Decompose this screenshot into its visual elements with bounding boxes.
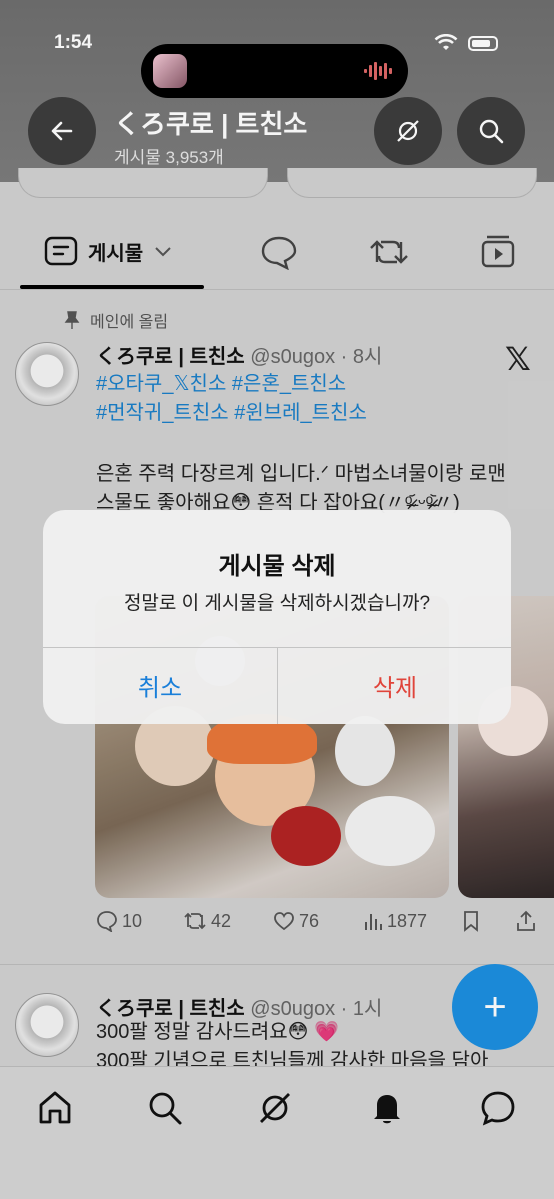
cancel-button[interactable]: 취소 xyxy=(43,647,277,724)
dialog-message: 정말로 이 게시물을 삭제하시겠습니까? xyxy=(123,593,431,614)
delete-post-dialog: 게시물 삭제 정말로 이 게시물을 삭제하시겠습니까? 취소 삭제 xyxy=(43,510,511,724)
delete-button[interactable]: 삭제 xyxy=(278,647,511,724)
dialog-title: 게시물 삭제 xyxy=(218,553,336,580)
